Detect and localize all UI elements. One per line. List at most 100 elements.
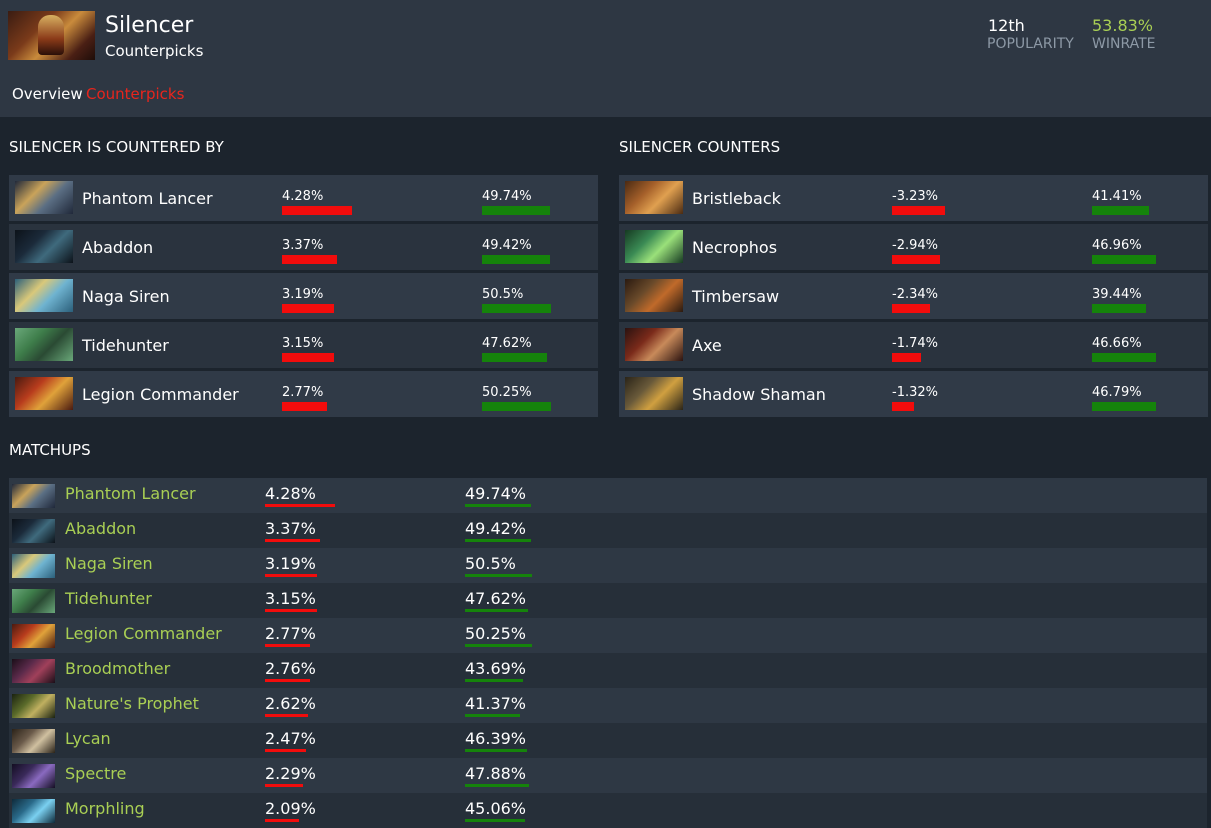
matchup-row[interactable]: Phantom Lancer 4.28% 49.74% <box>9 478 1207 513</box>
matchups-title: MATCHUPS <box>9 441 91 459</box>
tidehunter-icon[interactable] <box>15 328 73 361</box>
winrate-bar <box>482 206 550 215</box>
hero-link[interactable]: Tidehunter <box>65 589 152 608</box>
winrate-value: 45.06% <box>465 799 527 818</box>
advantage-bar <box>892 353 921 362</box>
hero-name[interactable]: Bristleback <box>692 189 781 208</box>
advantage-bar <box>892 402 914 411</box>
advantage-value: -1.74% <box>892 336 938 351</box>
abaddon-icon[interactable] <box>15 230 73 263</box>
winrate-bar <box>465 644 532 647</box>
broodmother-icon[interactable] <box>12 659 55 683</box>
hero-link[interactable]: Nature's Prophet <box>65 694 199 713</box>
hero-name[interactable]: Naga Siren <box>82 287 170 306</box>
hero-link[interactable]: Naga Siren <box>65 554 153 573</box>
advantage-value: 4.28% <box>265 484 316 503</box>
silencer-portrait <box>8 11 95 60</box>
advantage-value: 2.77% <box>282 385 324 400</box>
tab-overview[interactable]: Overview <box>12 85 83 103</box>
hero-row[interactable]: Phantom Lancer 4.28% 49.74% <box>9 175 598 221</box>
matchup-row[interactable]: Broodmother 2.76% 43.69% <box>9 653 1207 688</box>
advantage-value: 2.76% <box>265 659 316 678</box>
winrate-bar <box>482 353 547 362</box>
advantage-value: -1.32% <box>892 385 938 400</box>
hero-name[interactable]: Necrophos <box>692 238 777 257</box>
advantage-value: -2.34% <box>892 287 938 302</box>
hero-name[interactable]: Timbersaw <box>692 287 779 306</box>
abaddon-icon[interactable] <box>12 519 55 543</box>
advantage-bar <box>282 402 327 411</box>
hero-link[interactable]: Abaddon <box>65 519 136 538</box>
winrate-value: 46.66% <box>1092 336 1142 351</box>
advantage-bar <box>265 749 306 752</box>
phantom-lancer-icon[interactable] <box>15 181 73 214</box>
hero-row[interactable]: Tidehunter 3.15% 47.62% <box>9 322 598 368</box>
shadow-shaman-icon[interactable] <box>625 377 683 410</box>
natures-prophet-icon[interactable] <box>12 694 55 718</box>
winrate-bar <box>465 574 532 577</box>
hero-link[interactable]: Lycan <box>65 729 111 748</box>
hero-link[interactable]: Broodmother <box>65 659 170 678</box>
hero-name[interactable]: Legion Commander <box>82 385 239 404</box>
hero-name[interactable]: Abaddon <box>82 238 153 257</box>
winrate-bar <box>1092 255 1156 264</box>
winrate-bar <box>482 255 550 264</box>
winrate-bar <box>482 402 551 411</box>
naga-siren-icon[interactable] <box>15 279 73 312</box>
necrophos-icon[interactable] <box>625 230 683 263</box>
tab-counterpicks[interactable]: Counterpicks <box>86 85 184 103</box>
matchup-row[interactable]: Nature's Prophet 2.62% 41.37% <box>9 688 1207 723</box>
hero-row[interactable]: Legion Commander 2.77% 50.25% <box>9 371 598 417</box>
winrate-label: WINRATE <box>1092 36 1156 52</box>
hero-name[interactable]: Axe <box>692 336 722 355</box>
hero-link[interactable]: Spectre <box>65 764 126 783</box>
spectre-icon[interactable] <box>12 764 55 788</box>
legion-commander-icon[interactable] <box>15 377 73 410</box>
matchup-row[interactable]: Legion Commander 2.77% 50.25% <box>9 618 1207 653</box>
hero-row[interactable]: Necrophos -2.94% 46.96% <box>619 224 1208 270</box>
hero-row[interactable]: Abaddon 3.37% 49.42% <box>9 224 598 270</box>
winrate-value: 43.69% <box>465 659 527 678</box>
morphling-icon[interactable] <box>12 799 55 823</box>
matchup-row[interactable]: Morphling 2.09% 45.06% <box>9 793 1207 828</box>
hero-row[interactable]: Naga Siren 3.19% 50.5% <box>9 273 598 319</box>
hero-link[interactable]: Legion Commander <box>65 624 222 643</box>
hero-name[interactable]: Tidehunter <box>82 336 169 355</box>
hero-name: Silencer <box>105 13 194 38</box>
matchup-row[interactable]: Spectre 2.29% 47.88% <box>9 758 1207 793</box>
countered-by-table: Phantom Lancer 4.28% 49.74% Abaddon 3.37% 49.… <box>9 175 598 420</box>
hero-link[interactable]: Morphling <box>65 799 145 818</box>
hero-row[interactable]: Shadow Shaman -1.32% 46.79% <box>619 371 1208 417</box>
axe-icon[interactable] <box>625 328 683 361</box>
legion-commander-icon[interactable] <box>12 624 55 648</box>
advantage-bar <box>282 206 352 215</box>
winrate-bar <box>465 539 531 542</box>
matchup-row[interactable]: Abaddon 3.37% 49.42% <box>9 513 1207 548</box>
advantage-bar <box>265 784 303 787</box>
hero-row[interactable]: Timbersaw -2.34% 39.44% <box>619 273 1208 319</box>
hero-name[interactable]: Shadow Shaman <box>692 385 826 404</box>
advantage-value: 3.15% <box>265 589 316 608</box>
lycan-icon[interactable] <box>12 729 55 753</box>
hero-header: Silencer Counterpicks 12th POPULARITY 53… <box>0 0 1211 117</box>
tidehunter-icon[interactable] <box>12 589 55 613</box>
hero-link[interactable]: Phantom Lancer <box>65 484 196 503</box>
advantage-value: 2.62% <box>265 694 316 713</box>
winrate-value: 49.42% <box>482 238 532 253</box>
winrate-value: 41.37% <box>465 694 527 713</box>
bristleback-icon[interactable] <box>625 181 683 214</box>
advantage-value: 3.19% <box>265 554 316 573</box>
hero-row[interactable]: Bristleback -3.23% 41.41% <box>619 175 1208 221</box>
phantom-lancer-icon[interactable] <box>12 484 55 508</box>
naga-siren-icon[interactable] <box>12 554 55 578</box>
matchup-row[interactable]: Naga Siren 3.19% 50.5% <box>9 548 1207 583</box>
hero-row[interactable]: Axe -1.74% 46.66% <box>619 322 1208 368</box>
timbersaw-icon[interactable] <box>625 279 683 312</box>
winrate-bar <box>1092 353 1156 362</box>
winrate-bar <box>1092 402 1156 411</box>
advantage-bar <box>282 304 334 313</box>
winrate-value: 49.42% <box>465 519 527 538</box>
matchup-row[interactable]: Lycan 2.47% 46.39% <box>9 723 1207 758</box>
hero-name[interactable]: Phantom Lancer <box>82 189 213 208</box>
matchup-row[interactable]: Tidehunter 3.15% 47.62% <box>9 583 1207 618</box>
